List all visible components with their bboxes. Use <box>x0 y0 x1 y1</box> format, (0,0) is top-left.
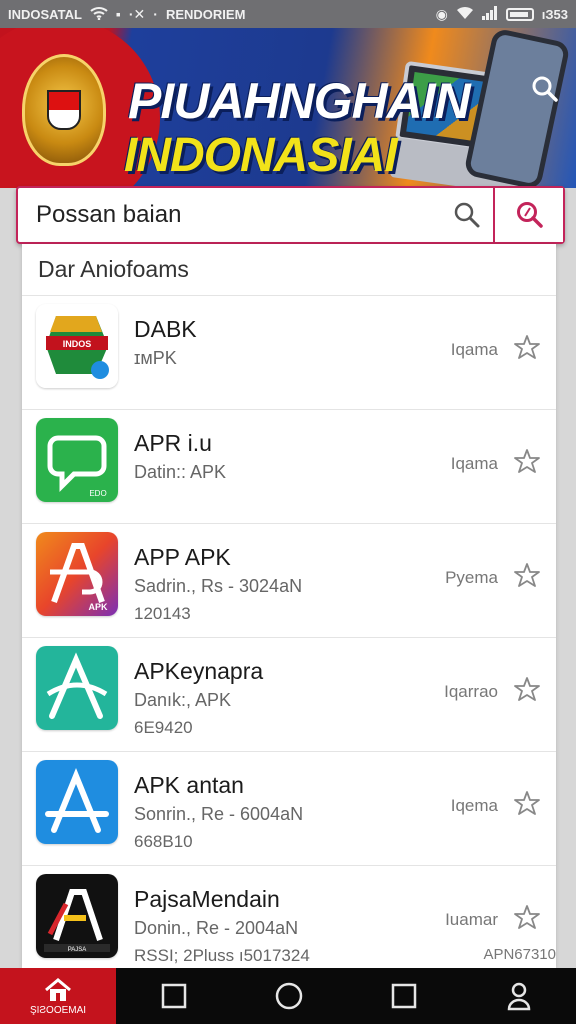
app-subtitle: Sonrin., Re - 6004aN <box>134 804 304 824</box>
app-version: 6E9420 <box>134 718 193 737</box>
battery-icon <box>505 7 534 21</box>
nav-recents-button[interactable] <box>346 968 461 1024</box>
square-nav-icon <box>161 983 186 1009</box>
search-bar <box>16 186 565 244</box>
carrier-label: INDOSATAL <box>8 6 82 22</box>
app-meta: Iuamar <box>445 910 498 929</box>
list-item[interactable]: EDO APR i.u Datin:: APK Iqama <box>22 410 556 524</box>
pajsa-app-icon: PAJSA <box>36 874 118 958</box>
app-meta: Iqama <box>450 340 498 359</box>
wifi-strength-icon <box>456 6 474 22</box>
search-field-icon[interactable] <box>441 188 493 242</box>
app-apk-icon: APK <box>36 532 118 616</box>
star-icon[interactable] <box>514 790 540 816</box>
app-meta: Iqama <box>450 454 498 473</box>
phone-illustration <box>463 28 571 188</box>
status-bar: INDOSATAL ▪ ·✕ · RENDORIEM ◉ ıЗ53 <box>0 0 576 28</box>
app-subtitle: Sadrin., Rs - 3024aN <box>134 576 303 596</box>
settings-small-icon: ·✕ <box>128 6 146 22</box>
star-icon[interactable] <box>514 676 540 702</box>
app-meta: Iqarrao <box>444 682 498 701</box>
app-name: APP APK <box>134 544 231 570</box>
dabk-app-icon: INDOS <box>36 304 118 388</box>
app-name: DABK <box>134 316 197 342</box>
garuda-emblem-logo <box>22 54 106 166</box>
app-subtitle: ɪᴍPK <box>134 348 177 368</box>
app-version: 120143 <box>134 604 191 623</box>
list-item[interactable]: APKeynapra Danık:, APK 6E9420 Iqarrao <box>22 638 556 752</box>
star-icon[interactable] <box>514 562 540 588</box>
svg-text:APK: APK <box>88 602 108 612</box>
star-icon[interactable] <box>514 904 540 930</box>
wifi-icon <box>90 6 108 22</box>
app-name: APKeynapra <box>134 658 264 684</box>
apk-store-icon <box>36 646 118 730</box>
home-icon <box>45 977 71 1001</box>
app-name: APR i.u <box>134 430 212 456</box>
search-input[interactable] <box>18 188 441 242</box>
banner-title-line1: PIUAHNGHAIN <box>128 73 471 129</box>
app-subtitle: Danık:, APK <box>134 690 232 710</box>
nav-square-button[interactable] <box>116 968 231 1024</box>
clock: ıЗ53 <box>541 6 568 22</box>
profile-icon <box>507 982 530 1011</box>
nav-home-label: ŞIƧOOEMAI <box>29 1004 87 1016</box>
list-item[interactable]: APK antan Sonrin., Re - 6004aN 668B10 Iq… <box>22 752 556 866</box>
app-subtitle: Datin:: APK <box>134 462 227 482</box>
search-button[interactable] <box>493 188 563 242</box>
search-button-icon <box>517 202 543 228</box>
app-meta: Iqema <box>450 796 498 815</box>
star-icon[interactable] <box>514 334 540 360</box>
chat-app-icon: EDO <box>36 418 118 502</box>
app-meta: Pyema <box>445 568 498 587</box>
svg-text:INDOS: INDOS <box>63 339 92 349</box>
star-icon[interactable] <box>514 448 540 474</box>
app-list: Dar Aniofoams INDOS DABK ɪᴍPK Iqama EDO … <box>22 244 556 968</box>
app-version: RSSI; 2Pluss ı5017324 <box>134 946 310 965</box>
app-subtitle: Donin., Re - 2004aN <box>134 918 299 938</box>
list-item[interactable]: INDOS DABK ɪᴍPK Iqama <box>22 296 556 410</box>
list-item[interactable]: APK APP APK Sadrin., Rs - 3024aN 120143 … <box>22 524 556 638</box>
banner-title-line2: INDONASIAI <box>124 129 398 182</box>
app-name: APK antan <box>134 772 244 798</box>
search-icon[interactable] <box>530 74 560 104</box>
app-extra-code: APN67310 <box>483 946 556 963</box>
apk-antan-icon <box>36 760 118 844</box>
nav-circle-button[interactable] <box>231 968 346 1024</box>
circle-nav-icon <box>275 982 302 1010</box>
signal-icon <box>481 6 498 22</box>
nav-profile-button[interactable] <box>461 968 576 1024</box>
notification-icon: ▪ <box>115 6 121 22</box>
network-name: RENDORIEM <box>165 6 246 22</box>
nav-home-button[interactable]: ŞIƧOOEMAI <box>0 968 116 1024</box>
header-banner: PIUAHNGHAIN INDONASIAI <box>0 28 576 188</box>
recents-icon <box>391 983 416 1009</box>
vpn-icon: ◉ <box>435 6 448 22</box>
svg-text:PAJSA: PAJSA <box>68 947 87 953</box>
bottom-navigation: ŞIƧOOEMAI <box>0 968 576 1024</box>
list-header: Dar Aniofoams <box>22 244 556 296</box>
dot-icon: · <box>153 6 158 22</box>
app-version: 668B10 <box>134 832 193 851</box>
list-item[interactable]: PAJSA PajsaMendain Donin., Re - 2004aN R… <box>22 866 556 968</box>
svg-text:EDO: EDO <box>89 489 106 498</box>
app-name: PajsaMendain <box>134 886 280 912</box>
